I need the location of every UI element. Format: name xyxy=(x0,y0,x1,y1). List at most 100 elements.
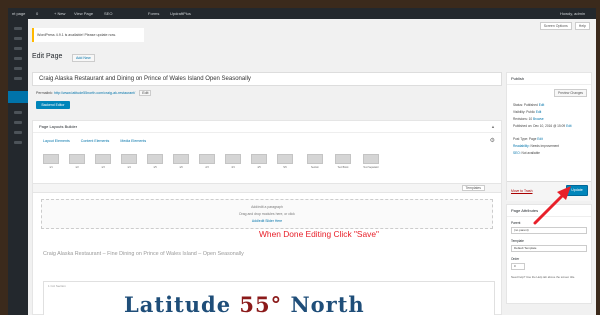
menu-item[interactable] xyxy=(14,67,22,70)
layout-item[interactable]: 1/3 xyxy=(93,151,113,173)
editor-toolbar: Templates xyxy=(33,183,501,193)
row-label: Post Type: xyxy=(513,137,529,141)
template-select[interactable]: Default Template xyxy=(511,245,587,252)
divider xyxy=(507,216,591,217)
layout-thumb xyxy=(95,154,111,164)
menu-item[interactable] xyxy=(14,47,22,50)
howdy-user[interactable]: Howdy, admin xyxy=(560,8,585,19)
tab-content-elements[interactable]: Content Elements xyxy=(81,139,110,143)
layout-item[interactable]: Text Block xyxy=(333,151,353,173)
layout-item[interactable]: Text Separator xyxy=(361,151,381,173)
layout-item[interactable]: 3/4 xyxy=(223,151,243,173)
layout-item[interactable]: 1/5 xyxy=(145,151,165,173)
post-title-input[interactable]: Craig Alaska Restaurant and Dining on Pr… xyxy=(32,72,502,86)
builder-tabs: Layout Elements Content Elements Media E… xyxy=(43,139,156,143)
help-tab[interactable]: Help xyxy=(574,22,590,30)
menu-item[interactable] xyxy=(14,141,22,144)
layout-item[interactable]: 5/6 xyxy=(275,151,295,173)
publish-date-row: Published on: Dec 10, 2016 @ 15:09 Edit xyxy=(513,124,572,128)
menu-item[interactable] xyxy=(14,111,22,114)
layout-item[interactable]: 1/6 xyxy=(171,151,191,173)
seo-menu[interactable]: SEO xyxy=(104,8,112,19)
tab-media-elements[interactable]: Media Elements xyxy=(120,139,146,143)
drop-line: Add/edit a paragraph xyxy=(251,205,283,209)
preview-changes-button[interactable]: Preview Changes xyxy=(554,89,587,97)
view-page-link[interactable]: View Page xyxy=(74,8,93,19)
site-name[interactable]: nt page xyxy=(12,8,25,19)
permalink-label: Permalink: xyxy=(36,91,53,95)
site-logo: Latitude 55° North xyxy=(124,292,365,315)
layout-thumb xyxy=(173,154,189,164)
layout-caption: 4/5 xyxy=(257,166,261,169)
screen-options-tab[interactable]: Screen Options xyxy=(539,22,572,30)
new-menu[interactable]: + New xyxy=(54,8,65,19)
updraft-menu[interactable]: UpdraftPlus xyxy=(170,8,191,19)
module-drop-area[interactable]: Add/edit a paragraph Drag and drop modul… xyxy=(41,199,493,229)
row-label[interactable]: SEO: xyxy=(513,151,521,155)
logo-word: North xyxy=(290,292,365,315)
layout-item[interactable]: 1/2 xyxy=(67,151,87,173)
layout-thumb xyxy=(69,154,85,164)
add-slider-link[interactable]: Add/edit Slider Here xyxy=(42,219,492,223)
comments-count[interactable]: 0 xyxy=(36,8,38,19)
logo-number: 55° xyxy=(239,292,283,315)
tab-layout-elements[interactable]: Layout Elements xyxy=(43,139,70,143)
collapse-icon[interactable]: ▲ xyxy=(491,124,495,129)
update-button[interactable]: Update xyxy=(566,185,588,196)
wp-admin-screen: nt page 0 + New View Page SEO Forms Updr… xyxy=(8,8,596,315)
move-to-trash-link[interactable]: Move to Trash xyxy=(511,189,532,193)
layout-caption: 1/6 xyxy=(179,166,183,169)
menu-item[interactable] xyxy=(14,121,22,124)
readability-row: Readability: Needs improvement xyxy=(513,144,559,148)
backend-editor-button[interactable]: Backend Editor xyxy=(36,101,70,109)
layout-caption: 3/4 xyxy=(231,166,235,169)
layout-item[interactable]: 1/4 xyxy=(119,151,139,173)
row-value: Public xyxy=(526,110,535,114)
order-input[interactable]: 0 xyxy=(511,263,525,270)
menu-item-pages-active[interactable] xyxy=(8,91,28,103)
menu-item[interactable] xyxy=(14,27,22,30)
row-value: Published xyxy=(523,103,538,107)
permalink-edit-button[interactable]: Edit xyxy=(139,90,152,96)
layout-item[interactable]: 2/3 xyxy=(197,151,217,173)
layout-thumb xyxy=(225,154,241,164)
menu-item[interactable] xyxy=(14,131,22,134)
edit-link[interactable]: Edit xyxy=(539,103,545,107)
row-label: 1 Col Section xyxy=(48,284,66,288)
menu-item[interactable] xyxy=(14,57,22,60)
edit-link[interactable]: Edit xyxy=(537,137,543,141)
browse-link[interactable]: Browse xyxy=(533,117,544,121)
screen-tabs: Screen Options Help xyxy=(538,22,590,30)
layout-item[interactable]: Section xyxy=(305,151,325,173)
publish-box: Publish Preview Changes Status: Publishe… xyxy=(506,72,592,201)
gear-icon[interactable]: ⚙ xyxy=(490,137,495,144)
layout-item[interactable]: 1/1 xyxy=(41,151,61,173)
divider xyxy=(33,132,501,133)
attributes-help: Need help? Use the Help tab above the sc… xyxy=(511,275,576,279)
publish-visibility-row: Visibility: Public Edit xyxy=(513,110,541,114)
layout-caption: 1/4 xyxy=(127,166,131,169)
page-content-heading[interactable]: Craig Alaska Restaurant – Fine Dining on… xyxy=(43,251,244,257)
layout-caption: 1/2 xyxy=(75,166,79,169)
row-value: Needs improvement xyxy=(530,144,560,148)
update-notice[interactable]: WordPress 4.9.1 is available! Please upd… xyxy=(32,28,144,42)
section-row[interactable]: 1 Col Section Latitude 55° North xyxy=(43,281,495,315)
templates-button[interactable]: Templates xyxy=(461,185,485,191)
menu-item[interactable] xyxy=(14,37,22,40)
permalink-url[interactable]: http://www.latitude55north.com/craig-ak-… xyxy=(54,91,135,95)
forms-menu[interactable]: Forms xyxy=(148,8,159,19)
parent-label: Parent xyxy=(511,221,521,225)
parent-select[interactable]: (no parent) xyxy=(511,227,587,234)
edit-link[interactable]: Edit xyxy=(536,110,542,114)
row-label[interactable]: Readability: xyxy=(513,144,530,148)
edit-link[interactable]: Edit xyxy=(566,124,572,128)
layout-caption: 2/3 xyxy=(205,166,209,169)
add-new-button[interactable]: Add New xyxy=(72,54,95,62)
layout-item[interactable]: 4/5 xyxy=(249,151,269,173)
layout-caption: 1/3 xyxy=(101,166,105,169)
template-label: Template xyxy=(511,239,524,243)
builder-title: Page Layouts Builder xyxy=(39,124,78,129)
order-label: Order xyxy=(511,257,520,261)
page-attributes-box: Page Attributes Parent (no parent) Templ… xyxy=(506,204,592,304)
menu-item[interactable] xyxy=(14,77,22,80)
